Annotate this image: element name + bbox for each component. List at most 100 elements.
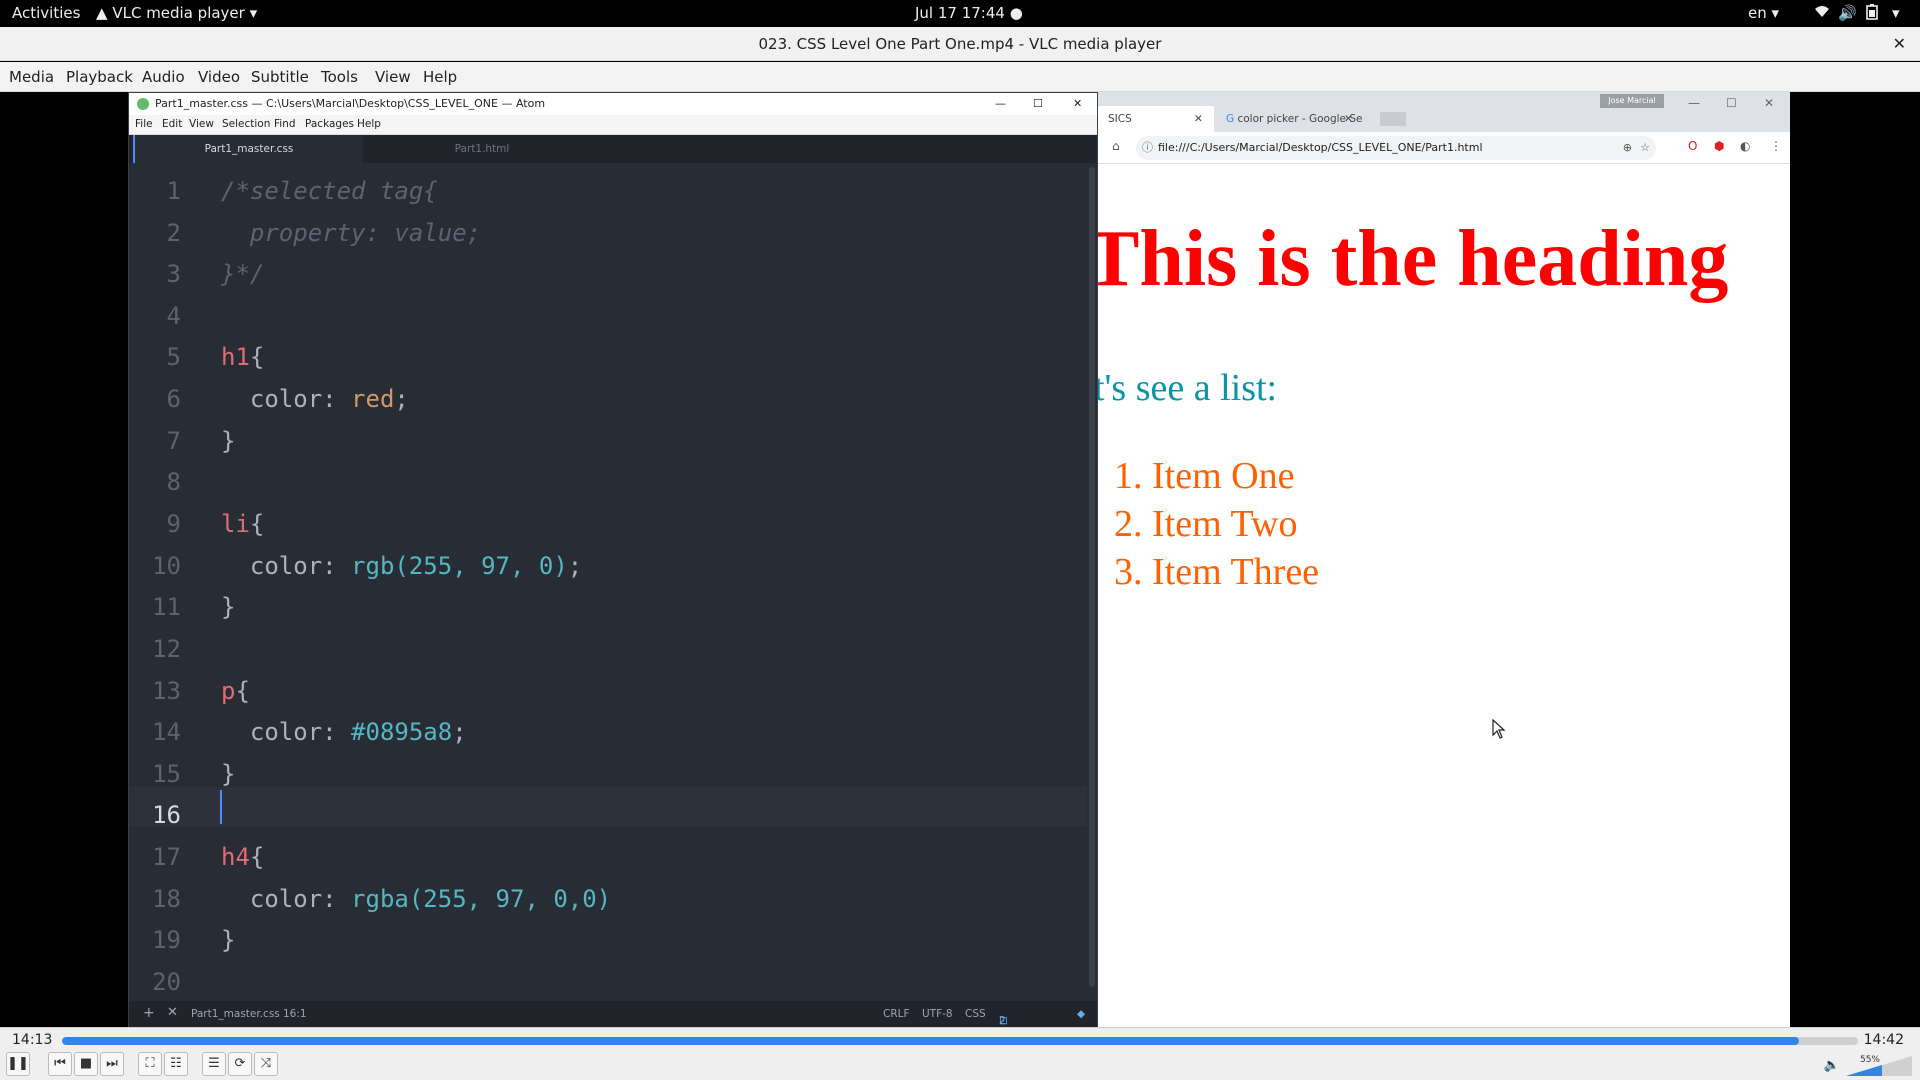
clock[interactable]: Jul 17 17:44 ● bbox=[915, 4, 1023, 22]
atom-menu-help[interactable]: Help bbox=[357, 118, 381, 130]
atom-menu-file[interactable]: File bbox=[135, 118, 153, 130]
more-menu-icon[interactable]: ⋮ bbox=[1770, 139, 1782, 153]
status-grammar[interactable]: CSS bbox=[965, 1008, 986, 1020]
close-icon[interactable]: ✕ bbox=[1194, 106, 1203, 132]
atom-menu-packages[interactable]: Packages bbox=[305, 118, 354, 130]
add-icon[interactable]: + bbox=[143, 1005, 155, 1021]
previous-button[interactable]: ⏮ bbox=[48, 1052, 72, 1076]
new-tab-button[interactable] bbox=[1380, 112, 1406, 126]
address-bar[interactable]: ⓘ file:///C:/Users/Marcial/Desktop/CSS_L… bbox=[1136, 136, 1656, 160]
chrome-tab-color-picker[interactable]: G color picker - Google Se ✕ bbox=[1216, 106, 1362, 132]
seek-bar[interactable] bbox=[62, 1037, 1858, 1045]
star-icon[interactable]: ☆ bbox=[1640, 136, 1650, 160]
google-icon: G bbox=[1226, 113, 1235, 125]
home-icon[interactable]: ⌂ bbox=[1112, 139, 1120, 153]
line-number: 4 bbox=[166, 302, 181, 330]
chrome-tab-active[interactable]: SICS ✕ bbox=[1098, 106, 1214, 132]
fullscreen-button[interactable]: ⛶ bbox=[138, 1052, 162, 1076]
zoom-icon[interactable]: ⊕ bbox=[1623, 136, 1632, 160]
status-line-ending[interactable]: CRLF bbox=[883, 1008, 910, 1020]
menu-subtitle[interactable]: Subtitle bbox=[251, 68, 309, 86]
close-icon[interactable]: ✕ bbox=[1764, 96, 1774, 110]
menu-video[interactable]: Video bbox=[198, 68, 240, 86]
extended-settings-button[interactable]: ☷ bbox=[164, 1052, 188, 1076]
language-indicator[interactable]: en ▾ bbox=[1748, 4, 1779, 22]
atom-tab-bar: Part1_master.css Part1.html bbox=[129, 135, 1097, 163]
vlc-title-bar: 023. CSS Level One Part One.mp4 - VLC me… bbox=[0, 27, 1920, 61]
chrome-toolbar: ⌂ ⓘ file:///C:/Users/Marcial/Desktop/CSS… bbox=[1098, 132, 1790, 164]
close-icon[interactable]: ✕ bbox=[1073, 93, 1082, 115]
volume-icon[interactable]: 🔊 bbox=[1838, 4, 1857, 22]
webpage-content: This is the heading t's see a list: 1. I… bbox=[1098, 164, 1790, 1027]
atom-menu-edit[interactable]: Edit bbox=[162, 118, 182, 130]
menu-view[interactable]: View bbox=[375, 68, 411, 86]
status-cursor-position[interactable]: 16:1 bbox=[283, 1008, 307, 1020]
text-caret bbox=[220, 790, 222, 824]
loop-icon: ⟳ bbox=[234, 1056, 246, 1071]
menu-tools[interactable]: Tools bbox=[321, 68, 358, 86]
next-button[interactable]: ⏭ bbox=[100, 1052, 124, 1076]
activities-button[interactable]: Activities bbox=[12, 4, 80, 22]
close-icon[interactable]: ✕ bbox=[167, 1005, 178, 1020]
loop-button[interactable]: ⟳ bbox=[228, 1052, 252, 1076]
chevron-down-icon[interactable]: ▾ bbox=[1892, 4, 1900, 22]
code-line-9: li{ bbox=[221, 510, 265, 538]
notification-dot-icon: ● bbox=[1009, 4, 1023, 22]
close-icon[interactable]: ✕ bbox=[1344, 106, 1353, 132]
stop-button[interactable]: ■ bbox=[74, 1052, 98, 1076]
app-menu-button[interactable]: ▲ VLC media player ▾ bbox=[96, 4, 257, 22]
equalizer-icon: ☷ bbox=[170, 1056, 182, 1071]
line-number: 10 bbox=[152, 552, 181, 580]
list-item: 1. Item One bbox=[1114, 455, 1295, 497]
menu-audio[interactable]: Audio bbox=[142, 68, 185, 86]
speaker-icon[interactable]: 🔈 bbox=[1824, 1058, 1840, 1073]
line-number-current: 16 bbox=[152, 801, 181, 829]
battery-icon[interactable] bbox=[1866, 4, 1878, 24]
line-number: 7 bbox=[166, 427, 181, 455]
shuffle-button[interactable]: ⤨ bbox=[254, 1052, 278, 1076]
maximize-icon[interactable]: ☐ bbox=[1726, 96, 1737, 110]
page-paragraph: t's see a list: bbox=[1098, 367, 1278, 409]
line-number: 2 bbox=[166, 219, 181, 247]
profile-badge[interactable]: Jose Marcial bbox=[1600, 94, 1664, 108]
atom-menu-selection[interactable]: Selection bbox=[222, 118, 270, 130]
github-icon[interactable]: ◆ bbox=[1077, 1008, 1085, 1020]
playlist-button[interactable]: ☰ bbox=[202, 1052, 226, 1076]
video-area[interactable]: Part1_master.css — C:\Users\Marcial\Desk… bbox=[0, 92, 1920, 1027]
minimize-icon[interactable]: — bbox=[1688, 96, 1700, 110]
pause-icon: ❚❚ bbox=[7, 1056, 29, 1071]
vlc-cone-icon: ▲ bbox=[96, 4, 108, 22]
menu-help[interactable]: Help bbox=[423, 68, 457, 86]
adblock-icon[interactable]: ⬢ bbox=[1714, 139, 1724, 153]
code-line-6: color: red; bbox=[221, 385, 409, 413]
chevron-down-icon: ▾ bbox=[249, 4, 258, 22]
code-line-5: h1{ bbox=[221, 343, 265, 371]
menu-playback[interactable]: Playback bbox=[66, 68, 133, 86]
atom-menu-bar: File Edit View Selection Find Packages H… bbox=[129, 115, 1097, 135]
line-number: 14 bbox=[152, 718, 181, 746]
atom-logo-icon bbox=[137, 98, 149, 110]
code-editor[interactable]: 1 2 3 4 5 6 7 8 9 10 11 12 13 14 15 16 1… bbox=[129, 163, 1097, 1001]
maximize-icon[interactable]: ☐ bbox=[1033, 93, 1043, 115]
atom-menu-view[interactable]: View bbox=[189, 118, 214, 130]
code-line-10: color: rgb(255, 97, 0); bbox=[221, 552, 583, 580]
vlc-menu-bar: Media Playback Audio Video Subtitle Tool… bbox=[0, 62, 1920, 92]
line-number: 6 bbox=[166, 385, 181, 413]
opera-icon[interactable]: O bbox=[1688, 139, 1697, 153]
atom-window: Part1_master.css — C:\Users\Marcial\Desk… bbox=[128, 92, 1098, 1027]
status-encoding[interactable]: UTF-8 bbox=[922, 1008, 953, 1020]
list-item: 2. Item Two bbox=[1114, 503, 1298, 545]
wifi-icon[interactable] bbox=[1814, 4, 1830, 22]
minimize-icon[interactable]: — bbox=[995, 93, 1006, 115]
status-file[interactable]: Part1_master.css bbox=[191, 1008, 280, 1020]
tab-part1-html[interactable]: Part1.html bbox=[367, 135, 597, 163]
atom-menu-find[interactable]: Find bbox=[274, 118, 296, 130]
code-line-14: color: #0895a8; bbox=[221, 718, 467, 746]
tab-part1-master-css[interactable]: Part1_master.css bbox=[133, 135, 363, 163]
pause-button[interactable]: ❚❚ bbox=[6, 1052, 30, 1076]
close-icon[interactable]: ✕ bbox=[1893, 27, 1906, 61]
menu-media[interactable]: Media bbox=[9, 68, 54, 86]
info-icon[interactable]: ⓘ bbox=[1142, 136, 1153, 160]
dark-mode-icon[interactable]: ◐ bbox=[1740, 139, 1750, 153]
editor-scrollbar[interactable] bbox=[1089, 167, 1095, 987]
